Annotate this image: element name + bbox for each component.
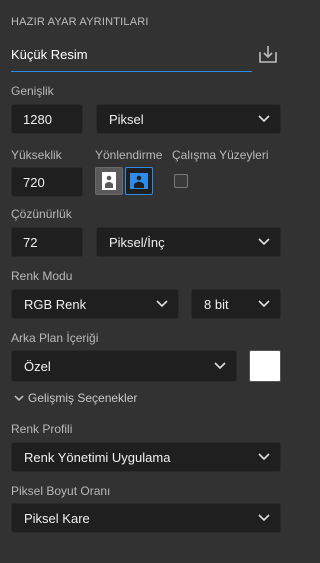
preset-name-input[interactable]: Küçük Resim: [11, 44, 252, 72]
pixel-aspect-value: Piksel Kare: [24, 510, 90, 526]
landscape-orientation-button[interactable]: [125, 167, 153, 195]
landscape-icon: [130, 173, 148, 189]
color-mode-value: RGB Renk: [24, 296, 87, 312]
orientation-label: Yönlendirme: [95, 148, 163, 162]
width-unit-value: Piksel: [109, 111, 144, 127]
save-preset-icon[interactable]: [257, 43, 279, 65]
portrait-orientation-button[interactable]: [95, 167, 123, 195]
pixel-aspect-label: Piksel Boyut Oranı: [11, 484, 111, 498]
color-mode-label: Renk Modu: [11, 269, 73, 283]
advanced-options-toggle[interactable]: Gelişmiş Seçenekler: [14, 391, 137, 405]
chevron-down-icon: [214, 362, 226, 370]
pixel-aspect-select[interactable]: Piksel Kare: [11, 503, 281, 533]
resolution-label: Çözünürlük: [11, 207, 72, 221]
background-select[interactable]: Özel: [11, 350, 237, 382]
chevron-down-icon: [258, 238, 270, 246]
background-color-swatch[interactable]: [249, 350, 281, 382]
artboards-label: Çalışma Yüzeyleri: [172, 148, 269, 162]
chevron-down-icon: [258, 115, 270, 123]
height-input[interactable]: 720: [11, 167, 83, 197]
chevron-down-icon: [258, 300, 270, 308]
chevron-down-icon: [258, 453, 270, 461]
width-unit-select[interactable]: Piksel: [96, 104, 281, 134]
width-input[interactable]: 1280: [11, 104, 83, 134]
color-profile-value: Renk Yönetimi Uygulama: [24, 449, 171, 465]
bit-depth-select[interactable]: 8 bit: [191, 289, 281, 319]
panel-title: HAZIR AYAR AYRINTILARI: [11, 16, 149, 28]
chevron-down-icon: [258, 514, 270, 522]
resolution-unit-select[interactable]: Piksel/İnç: [96, 227, 281, 257]
chevron-down-icon: [14, 394, 24, 401]
portrait-icon: [102, 172, 116, 190]
resolution-input[interactable]: 72: [11, 227, 83, 257]
color-profile-label: Renk Profili: [11, 422, 73, 436]
chevron-down-icon: [156, 300, 168, 308]
background-value: Özel: [24, 358, 51, 374]
color-mode-select[interactable]: RGB Renk: [11, 289, 179, 319]
height-label: Yükseklik: [11, 148, 62, 162]
resolution-unit-value: Piksel/İnç: [109, 234, 165, 250]
width-label: Genişlik: [11, 84, 54, 98]
artboards-checkbox[interactable]: [174, 174, 188, 188]
color-profile-select[interactable]: Renk Yönetimi Uygulama: [11, 442, 281, 472]
background-label: Arka Plan İçeriği: [11, 331, 99, 345]
advanced-options-label: Gelişmiş Seçenekler: [28, 391, 138, 405]
bit-depth-value: 8 bit: [204, 296, 229, 312]
